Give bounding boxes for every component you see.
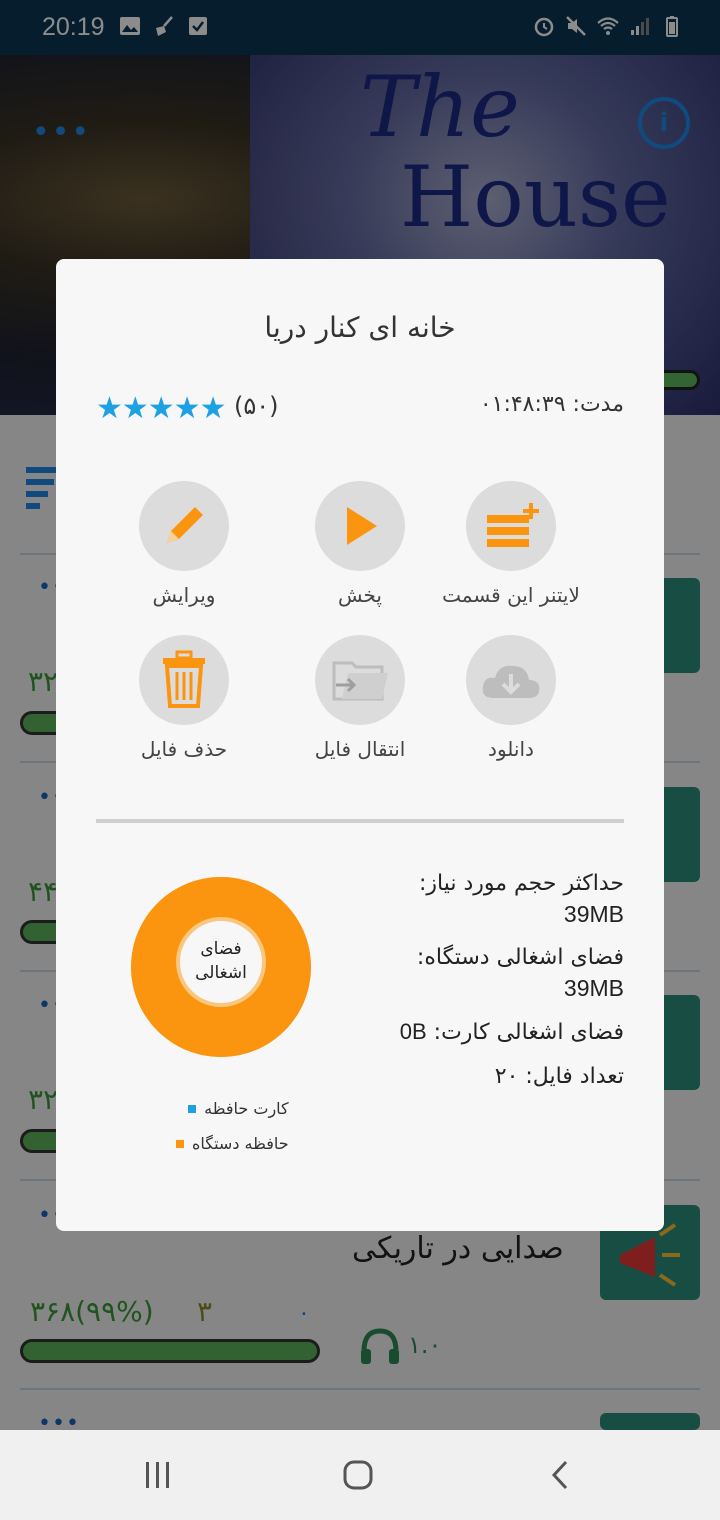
device-usage-label: فضای اشغالی دستگاه: [416, 945, 624, 970]
play-icon [315, 481, 405, 571]
edit-button[interactable]: ویرایش [109, 481, 259, 607]
storage-stats: حداکثر حجم مورد نیاز: 39MB فضای اشغالی د… [324, 869, 624, 1106]
rating-stars[interactable]: ★★★★★ [96, 391, 226, 426]
cloud-download-icon [466, 635, 556, 725]
legend-item-device: حافظه دستگاه [176, 1134, 289, 1153]
duration-text: مدت: ۰۱:۴۸:۳۹ [479, 392, 624, 417]
legend-label-card: کارت حافظه [204, 1099, 289, 1118]
folder-move-icon [315, 635, 405, 725]
back-icon[interactable] [540, 1460, 580, 1490]
card-usage-label: فضای اشغالی کارت: [433, 1020, 624, 1045]
home-icon[interactable] [338, 1460, 378, 1490]
delete-file-label: حذف فایل [140, 737, 228, 761]
donut-center-label: فضای اشغالی [176, 937, 266, 985]
device-usage-value: 39MB [563, 975, 624, 1001]
add-to-leitner-icon [466, 481, 556, 571]
play-label: پخش [338, 583, 382, 607]
leitner-button[interactable]: لایتنر این قسمت [436, 481, 586, 607]
max-size-label: حداکثر حجم مورد نیاز: [418, 871, 624, 896]
trash-icon [139, 635, 229, 725]
leitner-label: لایتنر این قسمت [442, 583, 580, 607]
legend-swatch-device [176, 1139, 184, 1148]
chart-legend: کارت حافظه حافظه دستگاه [176, 1099, 289, 1169]
legend-swatch-card [188, 1104, 197, 1113]
legend-item-card: کارت حافظه [176, 1099, 289, 1118]
download-button[interactable]: دانلود [436, 635, 586, 761]
dialog-title: خانه ای کنار دریا [264, 311, 456, 344]
rating-count: (۵۰) [234, 392, 279, 420]
max-size-value: 39MB [563, 901, 624, 927]
file-count-value: ۲۰ [494, 1064, 519, 1089]
pencil-icon [139, 481, 229, 571]
download-label: دانلود [488, 737, 534, 761]
donut-label-line2: اشغالی [195, 963, 247, 983]
play-button[interactable]: پخش [285, 481, 435, 607]
recent-apps-icon[interactable] [138, 1460, 178, 1490]
donut-label-line1: فضای [200, 939, 242, 959]
storage-donut-chart: فضای اشغالی [131, 877, 311, 1057]
card-usage-value: 0B [399, 1019, 427, 1044]
legend-label-device: حافظه دستگاه [192, 1134, 289, 1153]
edit-label: ویرایش [152, 583, 216, 607]
episode-details-dialog: خانه ای کنار دریا ★★★★★ (۵۰) مدت: ۰۱:۴۸:… [56, 259, 664, 1231]
move-file-label: انتقال فایل [314, 737, 406, 761]
delete-file-button[interactable]: حذف فایل [109, 635, 259, 761]
dialog-divider [96, 819, 624, 823]
file-count-label: تعداد فایل: [525, 1064, 624, 1089]
move-file-button[interactable]: انتقال فایل [285, 635, 435, 761]
navigation-bar [0, 1430, 720, 1520]
